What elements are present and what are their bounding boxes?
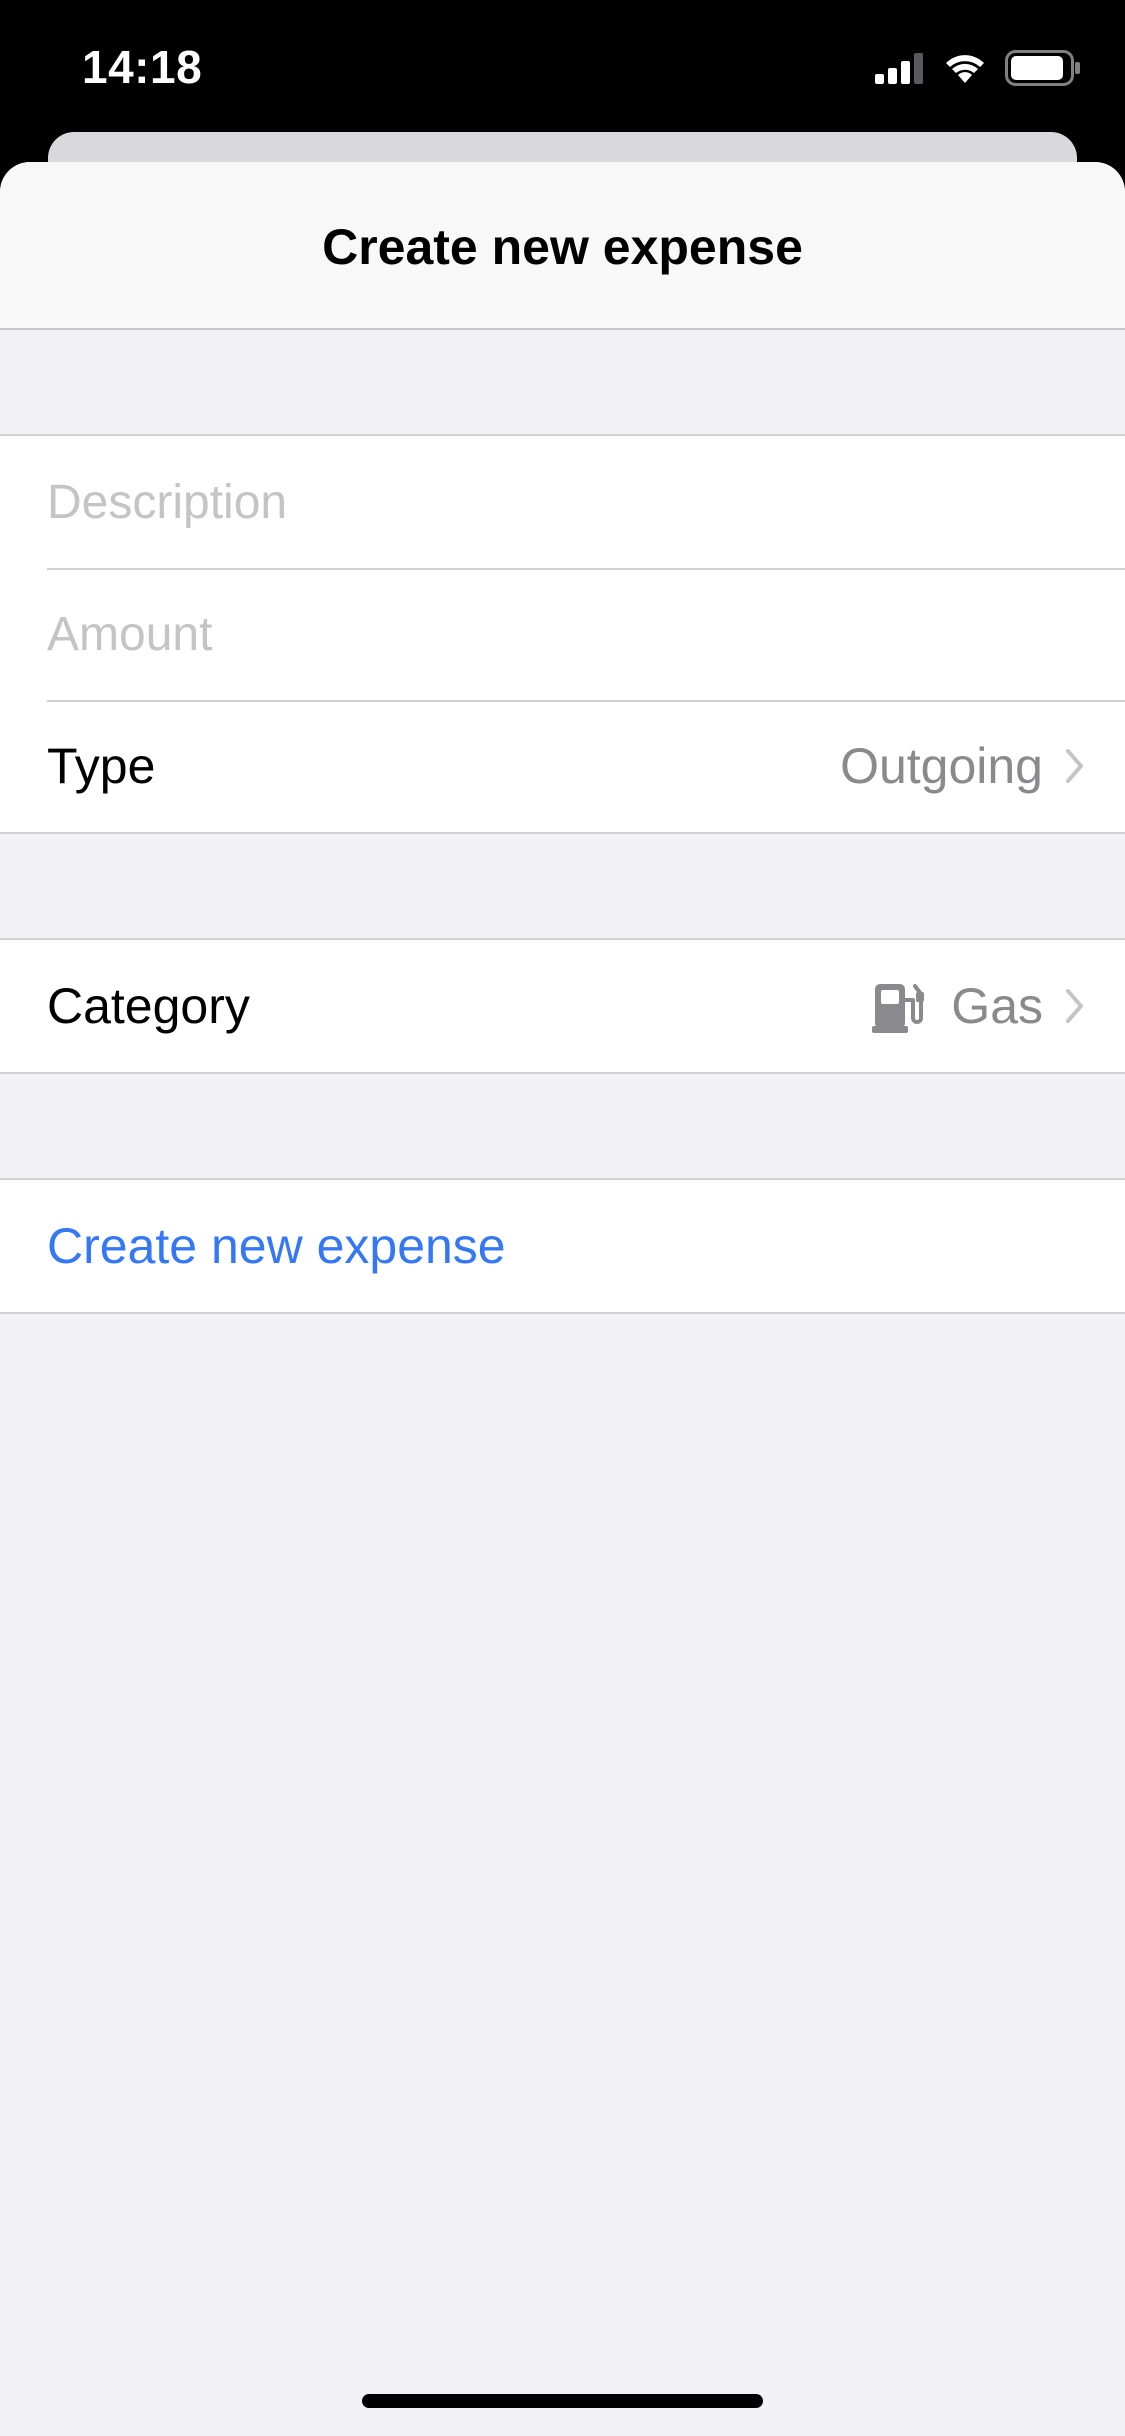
gas-pump-icon — [871, 978, 927, 1034]
chevron-right-icon — [1065, 988, 1085, 1024]
sheet-title: Create new expense — [322, 219, 803, 275]
status-time: 14:18 — [82, 41, 203, 93]
description-input[interactable] — [47, 474, 1085, 530]
category-label: Category — [47, 978, 250, 1034]
cellular-signal-icon — [875, 52, 925, 89]
amount-input[interactable] — [47, 606, 1085, 662]
action-section: Create new expense — [0, 1178, 1125, 1314]
amount-row — [0, 568, 1125, 700]
type-value: Outgoing — [840, 738, 1043, 794]
app-screen: 14:18 Create new expense Description Amo… — [0, 0, 1125, 2436]
category-row[interactable]: Category Gas — [0, 940, 1125, 1072]
create-expense-label: Create new expense — [47, 1218, 506, 1274]
description-row — [0, 436, 1125, 568]
category-value: Gas — [951, 978, 1043, 1034]
type-label: Type — [47, 738, 156, 794]
battery-icon — [1005, 49, 1081, 91]
type-row[interactable]: Type Outgoing — [0, 700, 1125, 832]
wifi-icon — [943, 51, 987, 90]
modal-sheet: Create new expense Type Outgoing — [0, 162, 1125, 2436]
details-section: Type Outgoing — [0, 434, 1125, 834]
home-indicator — [362, 2394, 763, 2408]
navigation-bar: Create new expense — [0, 162, 1125, 330]
category-section: Category Gas — [0, 938, 1125, 1074]
status-icons — [875, 49, 1081, 91]
create-expense-button[interactable]: Create new expense — [0, 1180, 1125, 1312]
status-bar: 14:18 — [0, 0, 1125, 132]
chevron-right-icon — [1065, 748, 1085, 784]
